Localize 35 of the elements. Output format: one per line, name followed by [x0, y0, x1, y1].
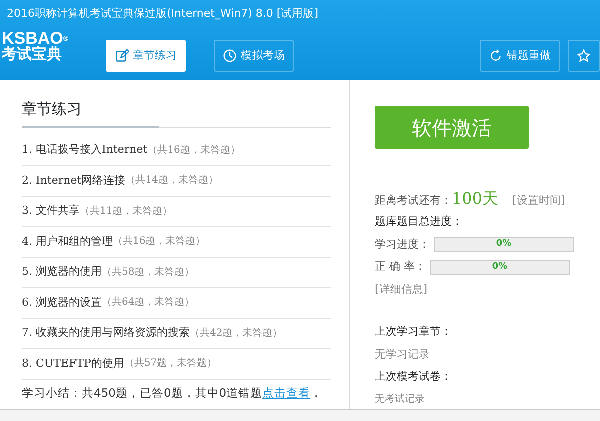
countdown-label: 距离考试还有： — [375, 193, 452, 209]
window-title: 2016职称计算机考试宝典保过版(Internet_Win7) 8.0 [试用版] — [6, 6, 320, 22]
last-chapter-value: 无学习记录 — [375, 346, 430, 362]
logo: KSBAO$^{®}$ 考试宝典 — [2, 30, 70, 62]
chapter-info: （共58题，未答题） — [102, 266, 195, 280]
chapter-link[interactable]: 2. Internet网络连接 — [22, 172, 126, 189]
chapter-info: （共16题，未答题） — [113, 234, 206, 250]
chapter-link[interactable]: 3. 文件共享 — [22, 203, 80, 220]
section-title: 章节练习 — [22, 98, 331, 128]
tab[interactable]: 章节练习 — [106, 40, 186, 72]
meter-label: 正 确 率： — [375, 259, 426, 275]
meter-label: 学习进度： — [375, 236, 430, 252]
chapter-link[interactable]: 6. 浏览器的设置 — [22, 294, 102, 311]
details-link[interactable]: [详细信息] — [375, 282, 428, 298]
chapter-link[interactable]: 5. 浏览器的使用 — [22, 264, 102, 280]
last-exam-title: 上次模考试卷： — [375, 369, 452, 385]
last-chapter-title: 上次学习章节： — [375, 324, 452, 340]
chapter-link[interactable]: 4. 用户和组的管理 — [22, 234, 113, 250]
set-time-link[interactable]: [设置时间] — [512, 193, 566, 210]
chapter-info: （共42题，未答题） — [190, 326, 283, 341]
progress-title: 题库题目总进度： — [375, 214, 463, 230]
last-exam-value: 无考试记录 — [375, 392, 425, 406]
view-link[interactable]: 点击查看 — [262, 386, 311, 400]
chapter-info: （共64题，未答题） — [102, 296, 195, 310]
chapter-info: （共14题，未答题） — [126, 174, 218, 188]
progress-reading: 0% — [495, 238, 513, 252]
chapter-info: （共11题，未答题） — [80, 204, 173, 219]
chapter-link[interactable]: 8. CUTEFTP的使用 — [22, 356, 124, 372]
chapter-link[interactable]: 1. 电话拨号接入Internet — [22, 142, 148, 158]
chapter-info: （共57题，未答题） — [124, 356, 218, 372]
progress-reading: 0% — [491, 260, 509, 274]
chapter-link[interactable]: 7. 收藏夹的使用与网络资源的搜索 — [22, 325, 190, 342]
countdown-value: 100天 — [452, 188, 499, 210]
chapter-info: （共16题，未答题） — [148, 144, 240, 158]
study-summary: 学习小结：共450题，已答0题，其中0道错题点击查看， — [22, 384, 323, 402]
